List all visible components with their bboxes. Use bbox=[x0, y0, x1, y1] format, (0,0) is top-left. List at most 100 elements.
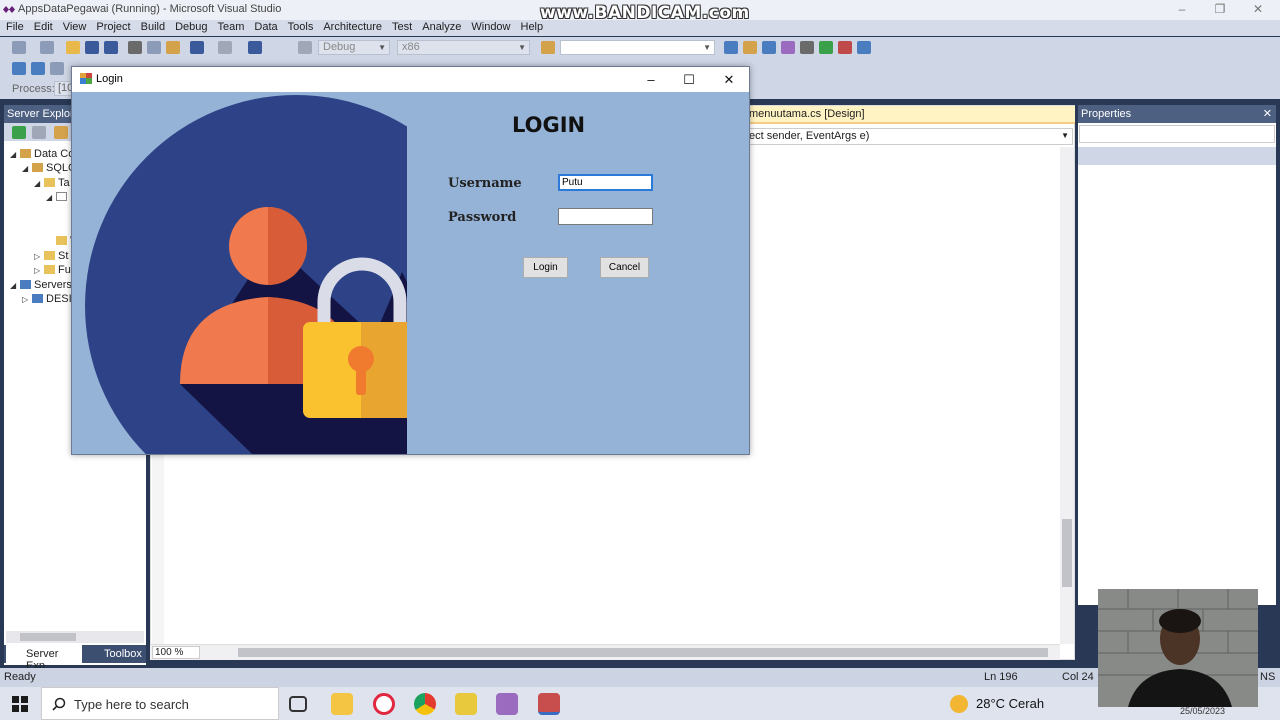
chrome-browser-icon[interactable] bbox=[414, 693, 436, 715]
taskbar-date[interactable]: 25/05/2023 bbox=[1180, 706, 1225, 716]
weather-icon[interactable] bbox=[950, 695, 968, 713]
solution-config-select[interactable]: Debug ▼ bbox=[318, 40, 390, 55]
menu-tools[interactable]: Tools bbox=[282, 20, 318, 33]
menu-help[interactable]: Help bbox=[515, 20, 548, 33]
menu-window[interactable]: Window bbox=[465, 20, 514, 33]
username-label: Username bbox=[448, 176, 522, 191]
server-explorer-scrollbar[interactable] bbox=[6, 631, 144, 643]
menu-edit[interactable]: Edit bbox=[28, 20, 57, 33]
align-centers-icon[interactable] bbox=[31, 62, 45, 75]
menu-view[interactable]: View bbox=[57, 20, 91, 33]
extension-icon[interactable] bbox=[800, 41, 814, 54]
open-file-icon[interactable] bbox=[66, 41, 80, 54]
chevron-down-icon: ▼ bbox=[1061, 131, 1069, 140]
task-view-icon[interactable] bbox=[289, 696, 307, 712]
tools-app-icon[interactable] bbox=[455, 693, 477, 715]
align-lefts-icon[interactable] bbox=[12, 62, 26, 75]
menu-test[interactable]: Test bbox=[386, 20, 416, 33]
tree-item-servers[interactable]: ◢ Servers bbox=[10, 279, 72, 291]
expand-icon[interactable]: ▷ bbox=[34, 266, 44, 275]
taskbar-search-box[interactable]: Type here to search bbox=[41, 687, 279, 720]
menu-analyze[interactable]: Analyze bbox=[416, 20, 465, 33]
add-item-icon[interactable] bbox=[40, 41, 54, 54]
menu-build[interactable]: Build bbox=[135, 20, 169, 33]
member-dropdown[interactable]: ect sender, EventArgs e) ▼ bbox=[745, 128, 1073, 145]
menu-debug[interactable]: Debug bbox=[169, 20, 211, 33]
refresh-icon[interactable] bbox=[12, 126, 26, 139]
expand-icon[interactable]: ▷ bbox=[34, 252, 44, 261]
chevron-down-icon: ▼ bbox=[703, 43, 711, 52]
find-in-files-icon[interactable] bbox=[541, 41, 555, 54]
collapse-icon[interactable]: ◢ bbox=[10, 281, 20, 290]
tree-item-tables[interactable]: ◢ Ta bbox=[34, 177, 70, 189]
expand-icon[interactable]: ▷ bbox=[22, 295, 32, 304]
file-explorer-icon[interactable] bbox=[331, 693, 353, 715]
weather-text[interactable]: 28°C Cerah bbox=[976, 696, 1044, 711]
menu-architecture[interactable]: Architecture bbox=[317, 20, 386, 33]
command-window-icon[interactable] bbox=[857, 41, 871, 54]
designer-vertical-scrollbar[interactable] bbox=[1060, 147, 1074, 644]
save-all-icon[interactable] bbox=[104, 41, 118, 54]
password-input[interactable] bbox=[558, 208, 653, 225]
copy-icon[interactable] bbox=[147, 41, 161, 54]
horizontal-scrollbar-thumb[interactable] bbox=[238, 648, 1048, 657]
properties-object-select[interactable] bbox=[1079, 125, 1275, 143]
vs-close-button[interactable]: ✕ bbox=[1250, 2, 1266, 16]
login-minimize-button[interactable]: – bbox=[632, 67, 670, 92]
opera-browser-icon[interactable] bbox=[373, 693, 395, 715]
menu-project[interactable]: Project bbox=[90, 20, 134, 33]
menu-data[interactable]: Data bbox=[248, 20, 281, 33]
tab-menuutama-design[interactable]: menuutama.cs [Design] bbox=[745, 106, 1075, 124]
zoom-select[interactable]: 100 % bbox=[152, 646, 200, 659]
solution-explorer-icon[interactable] bbox=[724, 41, 738, 54]
cancel-button[interactable]: Cancel bbox=[600, 257, 649, 278]
object-browser-icon[interactable] bbox=[762, 41, 776, 54]
error-list-icon[interactable] bbox=[838, 41, 852, 54]
visual-studio-taskbar-icon[interactable] bbox=[496, 693, 518, 715]
tree-item-stored-procedures[interactable]: ▷ St bbox=[34, 250, 68, 262]
left-panel-tabs: Server Exp... Toolbox bbox=[4, 645, 146, 672]
collapse-icon[interactable]: ◢ bbox=[10, 150, 20, 159]
collapse-icon[interactable]: ◢ bbox=[34, 179, 44, 188]
tree-item-functions[interactable]: ▷ Fu bbox=[34, 264, 71, 276]
login-button[interactable]: Login bbox=[523, 257, 568, 278]
connect-database-icon[interactable] bbox=[54, 126, 68, 139]
collapse-icon[interactable]: ◢ bbox=[46, 193, 56, 202]
menu-file[interactable]: File bbox=[0, 20, 28, 33]
tree-item-sql-connection[interactable]: ◢ SQLC bbox=[22, 162, 76, 174]
cut-icon[interactable] bbox=[128, 41, 142, 54]
tree-item-table[interactable]: ◢ bbox=[46, 191, 70, 203]
new-project-icon[interactable] bbox=[12, 41, 26, 54]
find-combo[interactable]: ▼ bbox=[560, 40, 715, 55]
stop-refresh-icon[interactable] bbox=[32, 126, 46, 139]
tree-item-desktop-server[interactable]: ▷ DESI bbox=[22, 293, 72, 305]
scrollbar-thumb[interactable] bbox=[20, 633, 76, 641]
paste-icon[interactable] bbox=[166, 41, 180, 54]
vs-minimize-button[interactable]: – bbox=[1174, 2, 1190, 16]
login-close-button[interactable]: ✕ bbox=[710, 67, 748, 92]
tab-server-explorer[interactable]: Server Exp... bbox=[6, 645, 82, 672]
start-debug-icon[interactable] bbox=[298, 41, 312, 54]
login-titlebar[interactable]: Login – ☐ ✕ bbox=[72, 67, 749, 92]
tab-toolbox[interactable]: Toolbox bbox=[104, 648, 142, 660]
properties-window-icon[interactable] bbox=[743, 41, 757, 54]
start-page-icon[interactable] bbox=[819, 41, 833, 54]
login-maximize-button[interactable]: ☐ bbox=[670, 67, 708, 92]
tree-item-data-connections[interactable]: ◢ Data Co bbox=[10, 148, 74, 160]
navigate-icon[interactable] bbox=[248, 41, 262, 54]
password-label: Password bbox=[448, 210, 517, 225]
collapse-icon[interactable]: ◢ bbox=[22, 164, 32, 173]
undo-icon[interactable] bbox=[190, 41, 204, 54]
scrollbar-thumb[interactable] bbox=[1062, 519, 1072, 587]
save-icon[interactable] bbox=[85, 41, 99, 54]
running-app-icon[interactable] bbox=[538, 693, 560, 715]
redo-icon[interactable] bbox=[218, 41, 232, 54]
username-input[interactable] bbox=[558, 174, 653, 191]
align-rights-icon[interactable] bbox=[50, 62, 64, 75]
menu-team[interactable]: Team bbox=[212, 20, 249, 33]
solution-platform-select[interactable]: x86 ▼ bbox=[397, 40, 530, 55]
close-icon[interactable]: ✕ bbox=[1263, 107, 1272, 120]
vs-maximize-button[interactable]: ❐ bbox=[1212, 2, 1228, 16]
windows-start-icon[interactable] bbox=[12, 696, 28, 712]
toolbox-icon[interactable] bbox=[781, 41, 795, 54]
